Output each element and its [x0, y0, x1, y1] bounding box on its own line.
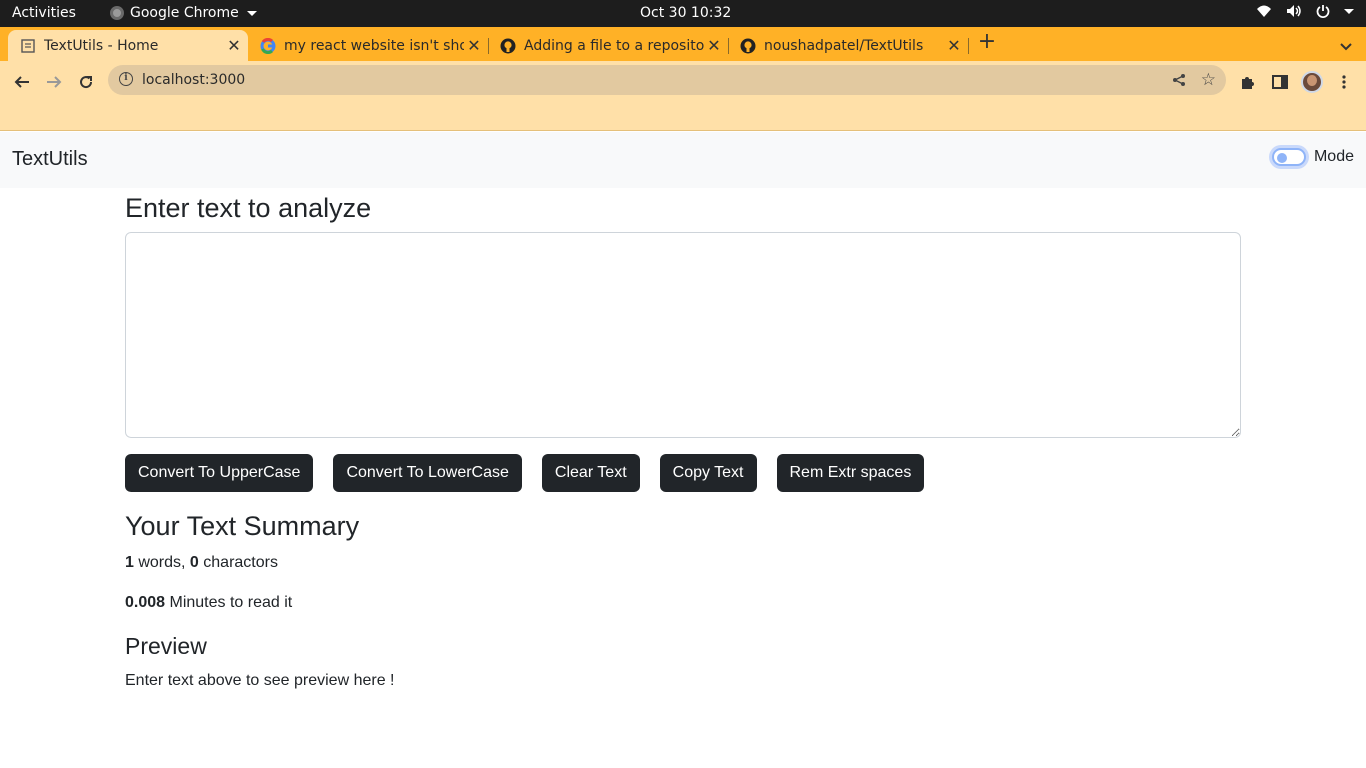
page-title: Enter text to analyze: [125, 193, 372, 223]
site-info-icon[interactable]: i: [119, 72, 133, 86]
minutes-label: Minutes to read it: [165, 594, 293, 611]
activities-button[interactable]: Activities: [12, 5, 76, 21]
close-icon[interactable]: ✕: [224, 36, 244, 55]
chars-label: charactors: [198, 554, 278, 571]
avatar: [1301, 71, 1323, 93]
tab-title: noushadpatel/TextUtils: [764, 37, 924, 54]
tab-search-chevron-icon[interactable]: [1340, 36, 1352, 55]
word-count: 1: [125, 554, 134, 571]
main-container: Enter text to analyze Convert To UpperCa…: [125, 188, 1241, 692]
extensions-puzzle-icon[interactable]: [1236, 70, 1260, 94]
os-top-bar: Activities Google Chrome Oct 30 10:32: [0, 0, 1366, 27]
close-icon[interactable]: ✕: [464, 36, 484, 55]
clear-text-button[interactable]: Clear Text: [541, 454, 640, 492]
tab-github-help[interactable]: Adding a file to a reposito ✕: [488, 30, 729, 61]
tab-separator: [968, 38, 969, 54]
tab-title: Adding a file to a reposito: [524, 37, 704, 54]
navbar-brand[interactable]: TextUtils: [12, 148, 88, 171]
tab-google-search[interactable]: my react website isn't sho ✕: [248, 30, 489, 61]
tab-title: TextUtils - Home: [44, 37, 159, 54]
chrome-icon: [110, 6, 124, 20]
read-minutes: 0.008: [125, 594, 166, 611]
mode-toggle[interactable]: Mode: [1271, 148, 1354, 166]
back-arrow-icon[interactable]: [10, 70, 34, 94]
wifi-icon: [1257, 5, 1271, 17]
github-icon: [740, 38, 756, 54]
url-text[interactable]: localhost:3000: [142, 72, 245, 88]
tab-strip: TextUtils - Home ✕ my react website isn'…: [0, 27, 1366, 61]
word-char-count: 1 words, 0 charactors: [125, 552, 1241, 574]
page-icon: [20, 38, 36, 54]
char-count: 0: [189, 554, 199, 571]
lowercase-button[interactable]: Convert To LowerCase: [333, 454, 522, 492]
app-name: Google Chrome: [130, 5, 239, 21]
switch-knob: [1276, 153, 1287, 163]
address-bar[interactable]: i localhost:3000 ☆: [108, 65, 1226, 95]
uppercase-button[interactable]: Convert To UpperCase: [125, 454, 314, 492]
app-menu[interactable]: Google Chrome: [110, 5, 257, 21]
power-icon: [1316, 5, 1330, 18]
google-icon: [260, 37, 276, 54]
profile-avatar[interactable]: [1300, 70, 1324, 94]
app-navbar: TextUtils Mode: [0, 132, 1366, 188]
tab-github-repo[interactable]: noushadpatel/TextUtils ✕: [728, 30, 969, 61]
text-input-area[interactable]: [125, 232, 1241, 438]
side-panel-icon[interactable]: [1268, 70, 1292, 94]
clock[interactable]: Oct 30 10:32: [640, 5, 731, 21]
summary-heading: Your Text Summary: [125, 511, 360, 541]
forward-arrow-icon[interactable]: [42, 70, 66, 94]
mode-label[interactable]: Mode: [1314, 148, 1354, 166]
github-icon: [500, 38, 516, 54]
caret-down-icon: [246, 10, 257, 16]
browser-toolbar: i localhost:3000 ☆: [0, 61, 1366, 131]
read-time: 0.008 Minutes to read it: [125, 592, 1241, 614]
reload-icon[interactable]: [74, 70, 98, 94]
close-icon[interactable]: ✕: [704, 36, 724, 55]
system-tray[interactable]: [1256, 4, 1354, 18]
bookmark-star-icon[interactable]: ☆: [1201, 70, 1216, 90]
share-icon[interactable]: [1172, 72, 1186, 91]
action-buttons: Convert To UpperCase Convert To LowerCas…: [125, 454, 1241, 492]
chevron-down-icon: [1344, 9, 1354, 14]
remove-extra-spaces-button[interactable]: Rem Extr spaces: [776, 454, 925, 492]
volume-icon: [1287, 5, 1301, 17]
kebab-menu-icon[interactable]: [1332, 70, 1356, 94]
preview-text: Enter text above to see preview here !: [125, 672, 395, 689]
words-label: words,: [133, 554, 190, 571]
preview-heading: Preview: [125, 633, 207, 659]
tab-textutils[interactable]: TextUtils - Home ✕: [8, 30, 248, 61]
tab-title: my react website isn't sho: [284, 37, 464, 54]
mode-switch[interactable]: [1271, 148, 1306, 166]
copy-text-button[interactable]: Copy Text: [659, 454, 757, 492]
new-tab-plus-icon[interactable]: +: [976, 31, 998, 53]
page-viewport: TextUtils Mode Enter text to analyze Con…: [0, 132, 1366, 768]
close-icon[interactable]: ✕: [944, 36, 964, 55]
